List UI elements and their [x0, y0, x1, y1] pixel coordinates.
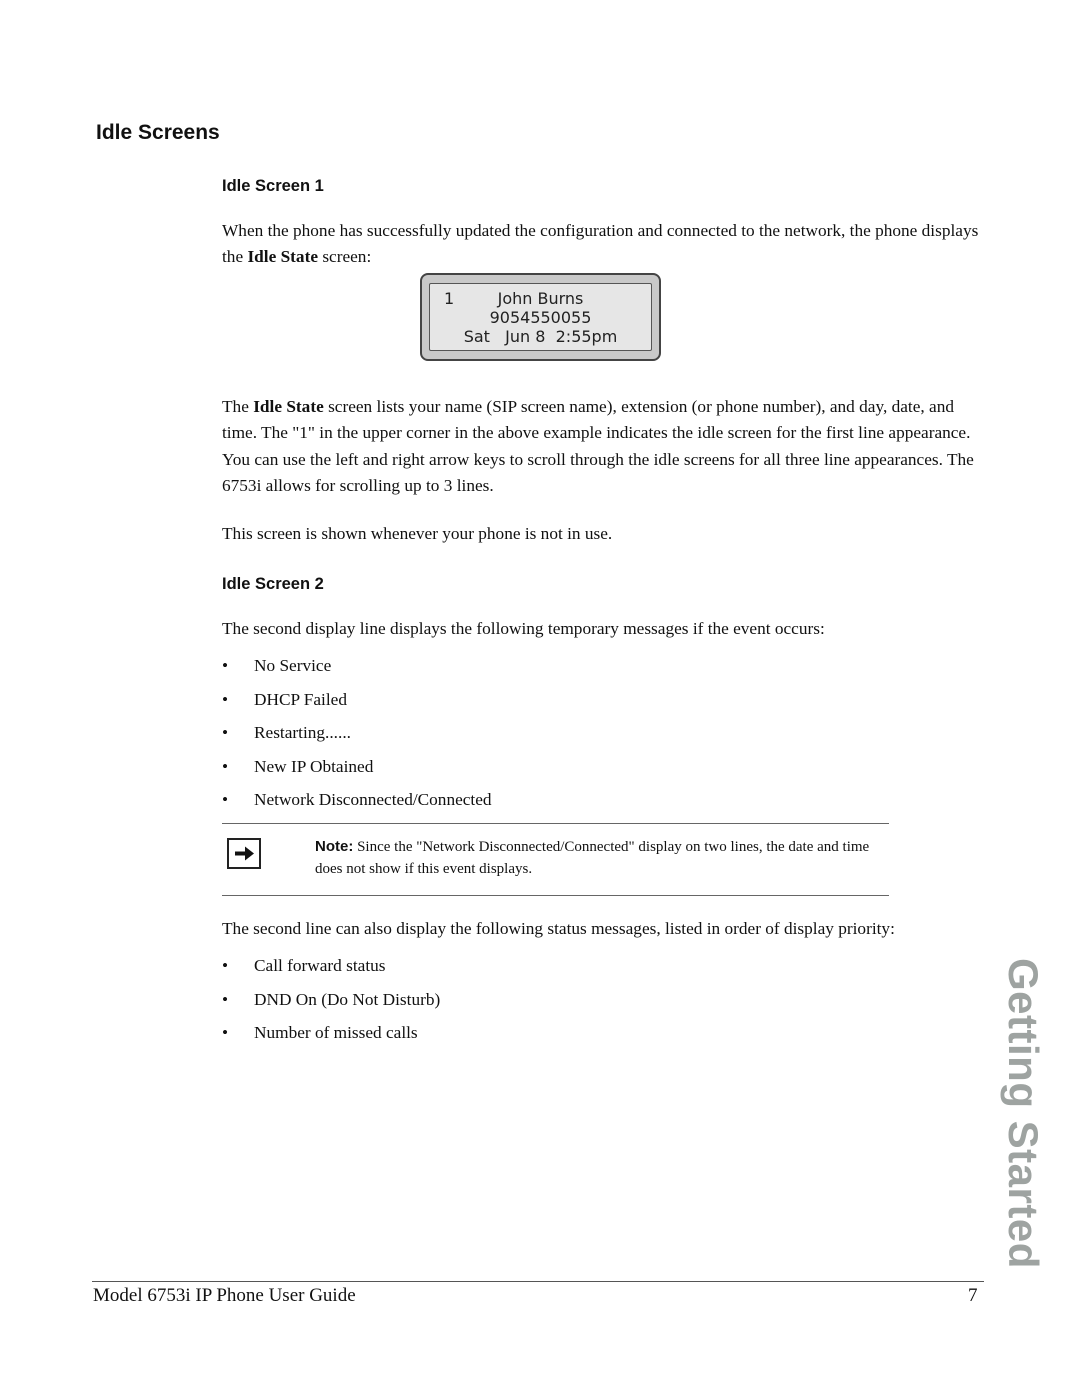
page-number: 7	[968, 1285, 978, 1306]
footer-divider	[92, 1281, 984, 1282]
list-item: • Call forward status	[222, 956, 386, 975]
status-messages-intro: The second line can also display the fol…	[222, 919, 895, 938]
arrow-right-icon	[227, 838, 261, 869]
section-title: Idle Screens	[96, 121, 220, 144]
note-bottom-divider	[222, 895, 889, 896]
list-item: • Number of missed calls	[222, 1023, 418, 1042]
lcd-number: 9054550055	[489, 308, 592, 327]
list-item: • New IP Obtained	[222, 756, 374, 776]
bullet-icon: •	[222, 723, 229, 742]
list-item: • DND On (Do Not Disturb)	[222, 989, 441, 1009]
lcd-name: John Burns	[497, 289, 584, 308]
idle-screen-2-intro: The second display line displays the fol…	[222, 619, 825, 638]
idle-state-term: Idle State	[253, 397, 324, 416]
list-item: • No Service	[222, 656, 332, 675]
chapter-side-tab: Getting Started	[1000, 958, 1047, 1269]
bullet-icon: •	[222, 656, 229, 675]
bullet-icon: •	[222, 790, 229, 809]
idle-screen-1-heading: Idle Screen 1	[222, 177, 324, 195]
idle-screen-1-intro: When the phone has successfully updated …	[222, 221, 979, 267]
phone-lcd-display: 1 John Burns 9054550055 Sat Jun 8 2:55pm	[420, 273, 661, 361]
list-item: • Network Disconnected/Connected	[222, 790, 492, 809]
list-item: • Restarting......	[222, 723, 351, 742]
idle-screen-1-description: The Idle State screen lists your name (S…	[222, 397, 974, 495]
bullet-icon: •	[222, 1023, 229, 1042]
lcd-screen: 1 John Burns 9054550055 Sat Jun 8 2:55pm	[429, 283, 652, 351]
footer-guide-title: Model 6753i IP Phone User Guide	[93, 1285, 356, 1306]
bullet-icon: •	[222, 689, 229, 709]
idle-screen-1-usage: This screen is shown whenever your phone…	[222, 524, 613, 543]
note-text: Note: Since the "Network Disconnected/Co…	[315, 838, 870, 877]
idle-screen-2-heading: Idle Screen 2	[222, 575, 324, 593]
bullet-icon: •	[222, 756, 229, 776]
idle-state-term: Idle State	[247, 247, 318, 267]
note-top-divider	[222, 823, 889, 824]
list-item: • DHCP Failed	[222, 689, 347, 709]
note-label: Note:	[315, 838, 354, 855]
lcd-datetime: Sat Jun 8 2:55pm	[463, 327, 618, 346]
bullet-icon: •	[222, 989, 229, 1009]
bullet-icon: •	[222, 956, 229, 975]
